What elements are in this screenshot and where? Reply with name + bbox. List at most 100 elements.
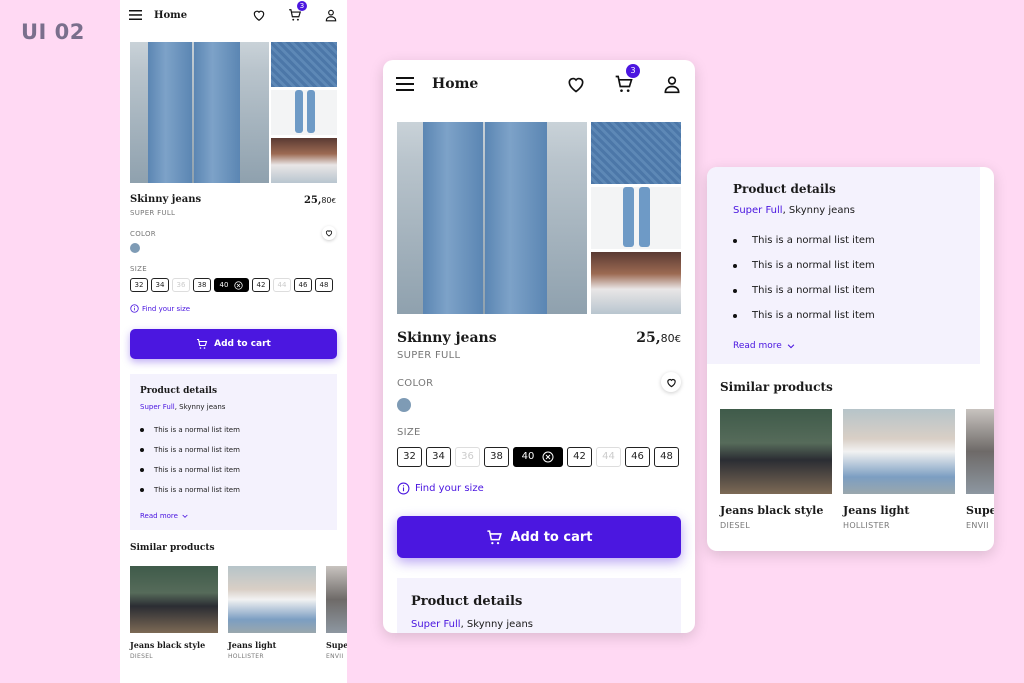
details-list-item: This is a normal list item [733, 253, 954, 278]
page-title: Home [154, 9, 188, 21]
cart-icon[interactable]: 3 [288, 1, 307, 22]
size-option-36: 36 [455, 447, 480, 467]
product-thumb-model[interactable] [271, 138, 337, 183]
size-selector: 32 34 36 38 40 42 44 46 48 [130, 278, 336, 292]
details-title: Product details [140, 386, 218, 396]
read-more-link[interactable]: Read more [140, 512, 189, 520]
similar-image [228, 566, 316, 633]
size-label: SIZE [130, 265, 147, 273]
clear-icon[interactable] [234, 280, 244, 290]
product-thumb-model[interactable] [591, 252, 681, 314]
size-selector: 32 34 36 38 40 42 44 46 48 [397, 447, 683, 467]
size-option-38[interactable]: 38 [484, 447, 509, 467]
details-title: Product details [733, 182, 836, 196]
user-icon[interactable] [324, 8, 338, 22]
details-brand: Super Full, Skynny jeans [411, 619, 534, 630]
details-title: Product details [411, 594, 523, 609]
heart-icon [325, 230, 333, 237]
color-label: COLOR [130, 230, 156, 238]
product-main-image[interactable] [397, 122, 587, 314]
menu-icon[interactable] [396, 77, 414, 91]
product-price: 25,80€ [636, 330, 681, 346]
product-thumb-legs[interactable] [591, 187, 681, 249]
brand-link[interactable]: Super Full [140, 403, 175, 411]
favorite-button[interactable] [322, 226, 336, 240]
chevron-down-icon [787, 344, 795, 349]
screen-mobile-top: Home 3 Skinny jeans SUPER FULL 25,80€ CO… [383, 60, 695, 633]
product-main-image[interactable] [130, 42, 269, 183]
product-thumb-legs[interactable] [271, 90, 337, 135]
color-swatch[interactable] [397, 398, 411, 412]
size-option-32[interactable]: 32 [130, 278, 148, 292]
details-list-item: This is a normal list item [140, 420, 327, 440]
size-option-48[interactable]: 48 [654, 447, 679, 467]
size-option-48[interactable]: 48 [315, 278, 333, 292]
header: Home 3 [383, 60, 695, 108]
details-brand: Super Full, Skynny jeans [140, 403, 226, 411]
brand-link[interactable]: Super Full [411, 619, 461, 630]
product-price: 25,80€ [303, 195, 336, 206]
menu-icon[interactable] [129, 10, 142, 20]
product-thumb-pocket[interactable] [591, 122, 681, 184]
size-option-36: 36 [172, 278, 190, 292]
product-name: Skinny jeans [397, 330, 497, 346]
product-details-panel: Product details Super Full, Skynny jeans [397, 578, 681, 633]
similar-title: Similar products [130, 543, 215, 553]
similar-card[interactable]: Super ENVII [966, 409, 994, 530]
size-label: SIZE [397, 427, 421, 438]
find-size-link[interactable]: Find your size [397, 482, 484, 495]
heart-icon[interactable] [566, 74, 586, 94]
size-option-46[interactable]: 46 [294, 278, 312, 292]
favorite-button[interactable] [661, 372, 681, 392]
similar-image [720, 409, 832, 494]
details-list-item: This is a normal list item [733, 303, 954, 328]
cart-icon[interactable]: 3 [614, 64, 640, 94]
brand-link[interactable]: Super Full [733, 205, 783, 216]
product-name: Skinny jeans [130, 194, 202, 205]
color-swatch[interactable] [130, 243, 140, 253]
user-icon[interactable] [662, 74, 682, 94]
find-size-link[interactable]: Find your size [130, 304, 190, 313]
similar-image [130, 566, 218, 633]
size-option-38[interactable]: 38 [193, 278, 211, 292]
similar-card[interactable]: Jeans black style DIESEL [130, 566, 218, 660]
size-option-42[interactable]: 42 [567, 447, 592, 467]
details-list: This is a normal list item This is a norm… [140, 420, 327, 500]
size-option-32[interactable]: 32 [397, 447, 422, 467]
size-option-34[interactable]: 34 [426, 447, 451, 467]
size-option-40[interactable]: 40 [513, 447, 563, 467]
size-option-34[interactable]: 34 [151, 278, 169, 292]
details-list-item: This is a normal list item [733, 228, 954, 253]
heart-icon [666, 378, 676, 387]
info-icon [397, 482, 410, 495]
size-option-40[interactable]: 40 [214, 278, 249, 292]
clear-icon[interactable] [542, 451, 554, 463]
screen-mobile-bottom: Product details Super Full, Skynny jeans… [707, 167, 994, 551]
size-option-46[interactable]: 46 [625, 447, 650, 467]
size-option-44: 44 [596, 447, 621, 467]
product-brand: SUPER FULL [130, 209, 176, 217]
read-more-link[interactable]: Read more [733, 341, 796, 351]
chevron-down-icon [182, 514, 188, 518]
cart-badge: 3 [297, 1, 307, 11]
add-to-cart-button[interactable]: Add to cart [397, 516, 681, 558]
add-to-cart-button[interactable]: Add to cart [130, 329, 337, 359]
page-title: Home [432, 76, 479, 92]
screen-mobile-full: Home 3 Skinny jeans SUPER FULL 25,80€ CO… [120, 0, 347, 683]
size-option-42[interactable]: 42 [252, 278, 270, 292]
similar-card[interactable]: Jeans light HOLLISTER [843, 409, 955, 530]
similar-image [843, 409, 955, 494]
details-brand: Super Full, Skynny jeans [733, 205, 856, 216]
product-details-panel: Product details Super Full, Skynny jeans… [130, 374, 337, 530]
similar-image [966, 409, 994, 494]
details-list-item: This is a normal list item [733, 278, 954, 303]
info-icon [130, 304, 139, 313]
similar-card[interactable]: Jeans black style DIESEL [720, 409, 832, 530]
heart-icon[interactable] [252, 8, 266, 22]
details-list-item: This is a normal list item [140, 480, 327, 500]
similar-card[interactable]: Super ENVII [326, 566, 347, 660]
size-option-44: 44 [273, 278, 291, 292]
similar-card[interactable]: Jeans light HOLLISTER [228, 566, 316, 660]
product-thumb-pocket[interactable] [271, 42, 337, 87]
similar-image [326, 566, 347, 633]
